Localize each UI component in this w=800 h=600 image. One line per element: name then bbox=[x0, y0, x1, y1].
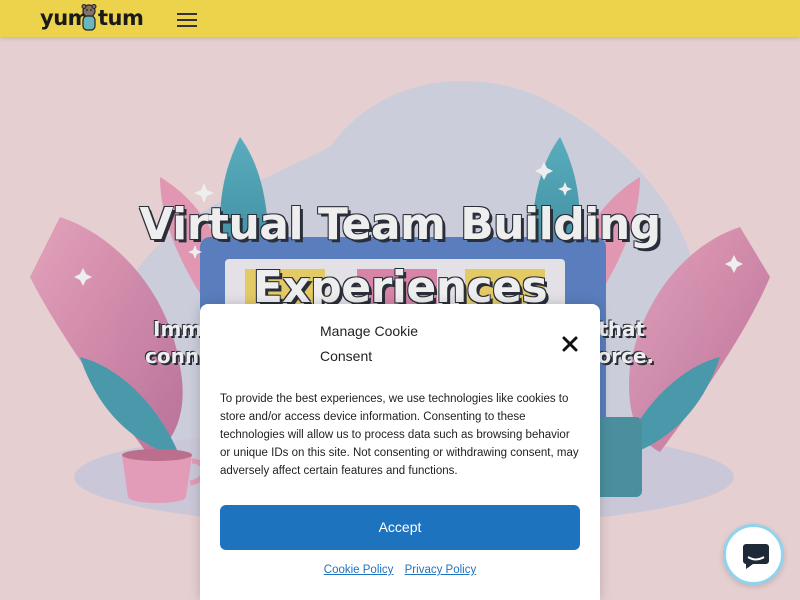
close-icon[interactable] bbox=[562, 336, 578, 352]
cookie-modal-body: To provide the best experiences, we use … bbox=[220, 393, 579, 477]
cookie-consent-modal: Manage Cookie Consent To provide the bes… bbox=[200, 304, 600, 600]
cookie-policy-link[interactable]: Cookie Policy bbox=[324, 564, 394, 576]
accept-button[interactable]: Accept bbox=[220, 505, 580, 550]
cookie-modal-title: Manage Cookie Consent bbox=[320, 323, 419, 364]
privacy-policy-link[interactable]: Privacy Policy bbox=[405, 564, 477, 576]
chat-bubble-icon bbox=[743, 544, 769, 569]
chat-widget-button[interactable] bbox=[723, 524, 784, 585]
policy-links: Cookie Policy Privacy Policy bbox=[200, 564, 600, 576]
